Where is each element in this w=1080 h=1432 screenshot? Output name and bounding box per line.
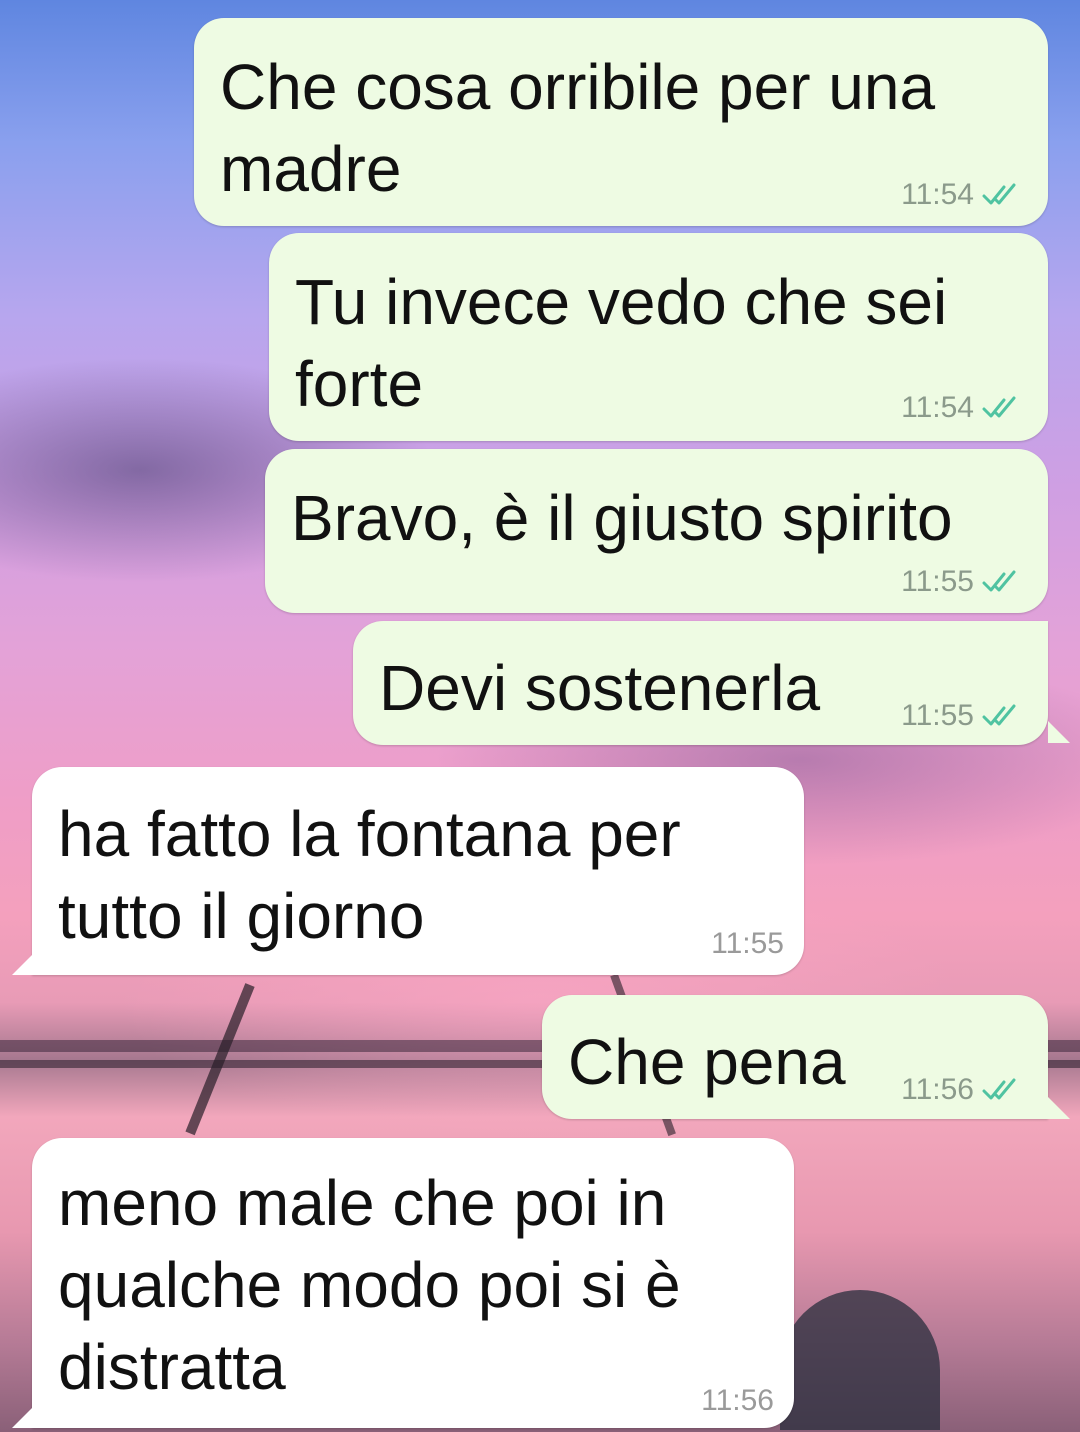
double-check-read-icon: [982, 183, 1016, 205]
message-text: Devi sostenerla: [379, 652, 821, 724]
incoming-message-bubble[interactable]: ha fatto la fontana per tutto il giorno …: [32, 767, 804, 975]
outgoing-message-bubble[interactable]: Tu invece vedo che sei forte 11:54: [269, 233, 1048, 441]
message-timestamp: 11:56: [901, 1073, 974, 1106]
message-text: Bravo, è il giusto spirito: [291, 482, 953, 554]
message-meta: 11:54: [901, 391, 1024, 425]
incoming-message-bubble[interactable]: meno male che poi in qualche modo poi si…: [32, 1138, 794, 1428]
message-text: Che cosa orribile per una madre: [220, 51, 936, 205]
message-meta: 11:55: [901, 699, 1024, 733]
message-timestamp: 11:56: [701, 1384, 774, 1417]
double-check-read-icon: [982, 570, 1016, 592]
bubble-tail: [12, 1406, 34, 1428]
message-timestamp: 11:55: [901, 565, 974, 598]
outgoing-message-bubble[interactable]: Che cosa orribile per una madre 11:54: [194, 18, 1048, 226]
bubble-tail: [1048, 721, 1070, 743]
outgoing-message-bubble[interactable]: Bravo, è il giusto spirito 11:55: [265, 449, 1048, 613]
message-text: meno male che poi in qualche modo poi si…: [58, 1167, 681, 1403]
double-check-read-icon: [982, 704, 1016, 726]
double-check-read-icon: [982, 396, 1016, 418]
message-meta: 11:56: [701, 1384, 774, 1418]
bubble-tail: [1048, 1097, 1070, 1119]
message-text: Che pena: [568, 1026, 846, 1098]
message-timestamp: 11:55: [711, 927, 784, 960]
bubble-tail: [12, 953, 34, 975]
message-timestamp: 11:54: [901, 178, 974, 211]
outgoing-message-bubble[interactable]: Devi sostenerla 11:55: [353, 621, 1048, 745]
message-meta: 11:56: [901, 1073, 1024, 1107]
outgoing-message-bubble[interactable]: Che pena 11:56: [542, 995, 1048, 1119]
message-meta: 11:55: [901, 565, 1024, 599]
message-text: ha fatto la fontana per tutto il giorno: [58, 798, 681, 952]
message-timestamp: 11:54: [901, 391, 974, 424]
message-meta: 11:55: [711, 927, 784, 961]
message-timestamp: 11:55: [901, 699, 974, 732]
double-check-read-icon: [982, 1078, 1016, 1100]
chat-message-list[interactable]: Che cosa orribile per una madre 11:54 Tu…: [0, 0, 1080, 1432]
message-text: Tu invece vedo che sei forte: [295, 266, 948, 420]
message-meta: 11:54: [901, 178, 1024, 212]
